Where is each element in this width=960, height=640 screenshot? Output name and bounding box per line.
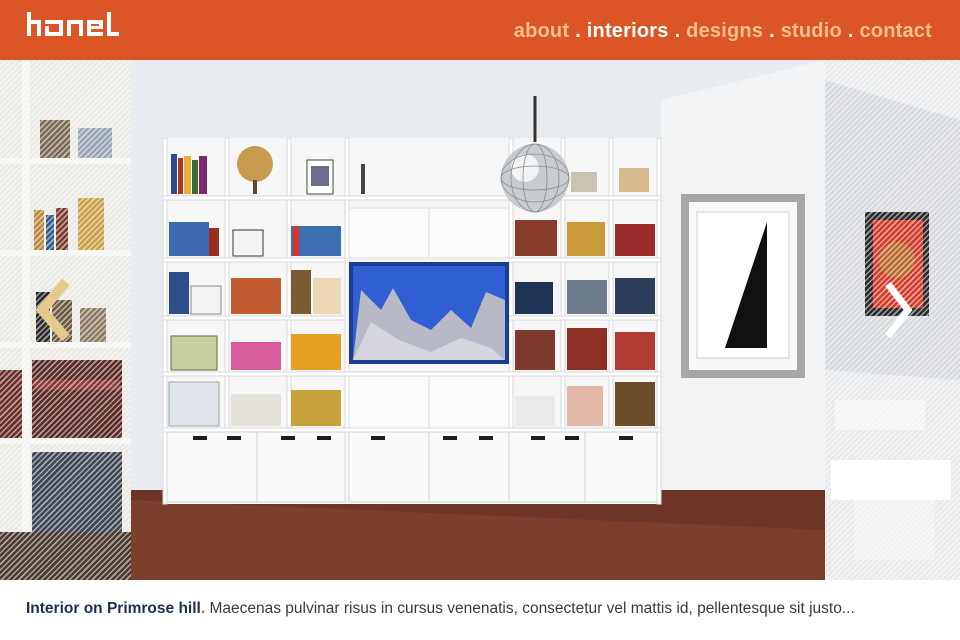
nav-separator: . <box>769 19 775 42</box>
slide-caption: Interior on Primrose hill. Maecenas pulv… <box>26 600 855 618</box>
caption-text: Maecenas pulvinar risus in cursus venena… <box>205 600 855 617</box>
nav-separator: . <box>575 19 581 42</box>
nav-separator: . <box>674 19 681 42</box>
chevron-left-icon[interactable] <box>34 278 74 342</box>
nav-studio[interactable]: studio <box>781 20 842 43</box>
image-gallery <box>0 60 960 580</box>
nav-separator: . <box>847 19 854 42</box>
nav-designs[interactable]: designs <box>686 20 763 43</box>
caption-title: Interior on Primrose hill <box>26 600 201 617</box>
site-header: about . interiors . designs . studio . c… <box>0 0 960 60</box>
nav-interiors[interactable]: interiors <box>587 20 669 43</box>
main-slide-image <box>131 60 825 580</box>
chevron-right-icon[interactable] <box>878 278 918 342</box>
main-nav: about . interiors . designs . studio . c… <box>514 18 932 44</box>
nav-contact[interactable]: contact <box>859 20 932 43</box>
nav-about[interactable]: about <box>514 20 569 43</box>
brand-logo[interactable] <box>27 12 123 40</box>
